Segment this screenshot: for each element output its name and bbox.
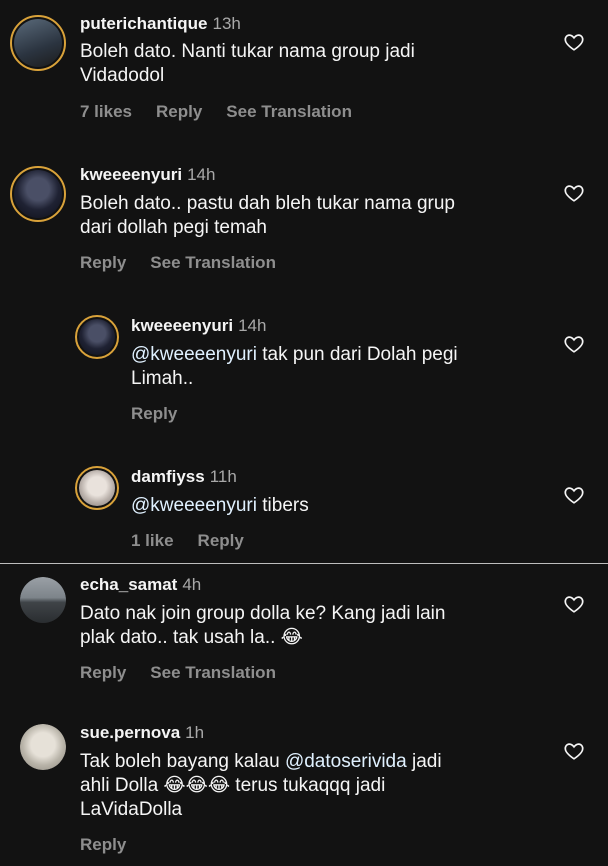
mention-link[interactable]: @kweeeenyuri [131, 344, 257, 365]
likes-count[interactable]: 1 like [131, 531, 174, 550]
reply-button[interactable]: Reply [156, 102, 202, 121]
comment-username[interactable]: kweeeenyuri [80, 165, 182, 184]
heart-outline-icon[interactable] [563, 484, 585, 506]
comment-username[interactable]: puterichantique [80, 14, 208, 33]
avatar[interactable] [75, 315, 119, 359]
reply-button[interactable]: Reply [80, 835, 126, 854]
see-translation-button[interactable]: See Translation [150, 663, 276, 682]
comment-text: Dato nak join group dolla ke? Kang jadi … [80, 603, 446, 648]
comment-timestamp: 13h [212, 14, 241, 33]
comment-text: @kweeeenyuri tibers [131, 495, 309, 516]
avatar[interactable] [10, 15, 66, 71]
comment-timestamp: 4h [182, 575, 202, 594]
heart-outline-icon[interactable] [563, 593, 585, 615]
reply-button[interactable]: Reply [198, 531, 244, 550]
mention-link[interactable]: @datoserivida [285, 751, 407, 772]
comment-username[interactable]: echa_samat [80, 575, 177, 594]
comment-username[interactable]: damfiyss [131, 467, 205, 486]
reply-button[interactable]: Reply [80, 663, 126, 682]
likes-count[interactable]: 7 likes [80, 102, 132, 121]
comment-text: Boleh dato.. pastu dah bleh tukar nama g… [80, 193, 455, 238]
avatar[interactable] [75, 466, 119, 510]
comment-timestamp: 14h [238, 316, 267, 335]
avatar[interactable] [20, 724, 66, 770]
heart-outline-icon[interactable] [563, 333, 585, 355]
avatar[interactable] [20, 577, 66, 623]
mention-link[interactable]: @kweeeenyuri [131, 495, 257, 516]
comment-timestamp: 1h [185, 723, 205, 742]
avatar[interactable] [10, 166, 66, 222]
see-translation-button[interactable]: See Translation [226, 102, 352, 121]
heart-outline-icon[interactable] [563, 740, 585, 762]
comment-text: Boleh dato. Nanti tukar nama group jadi … [80, 41, 415, 86]
heart-outline-icon[interactable] [563, 31, 585, 53]
section-divider [0, 563, 608, 564]
see-translation-button[interactable]: See Translation [150, 253, 276, 272]
comment-text: Tak boleh bayang kalau @datoserivida jad… [80, 751, 442, 820]
comment-username[interactable]: kweeeenyuri [131, 316, 233, 335]
heart-outline-icon[interactable] [563, 182, 585, 204]
comment-timestamp: 14h [187, 165, 216, 184]
reply-button[interactable]: Reply [80, 253, 126, 272]
comment-username[interactable]: sue.pernova [80, 723, 180, 742]
comment-text: @kweeeenyuri tak pun dari Dolah pegi Lim… [131, 344, 458, 389]
reply-button[interactable]: Reply [131, 404, 177, 423]
comment-timestamp: 11h [209, 467, 237, 486]
